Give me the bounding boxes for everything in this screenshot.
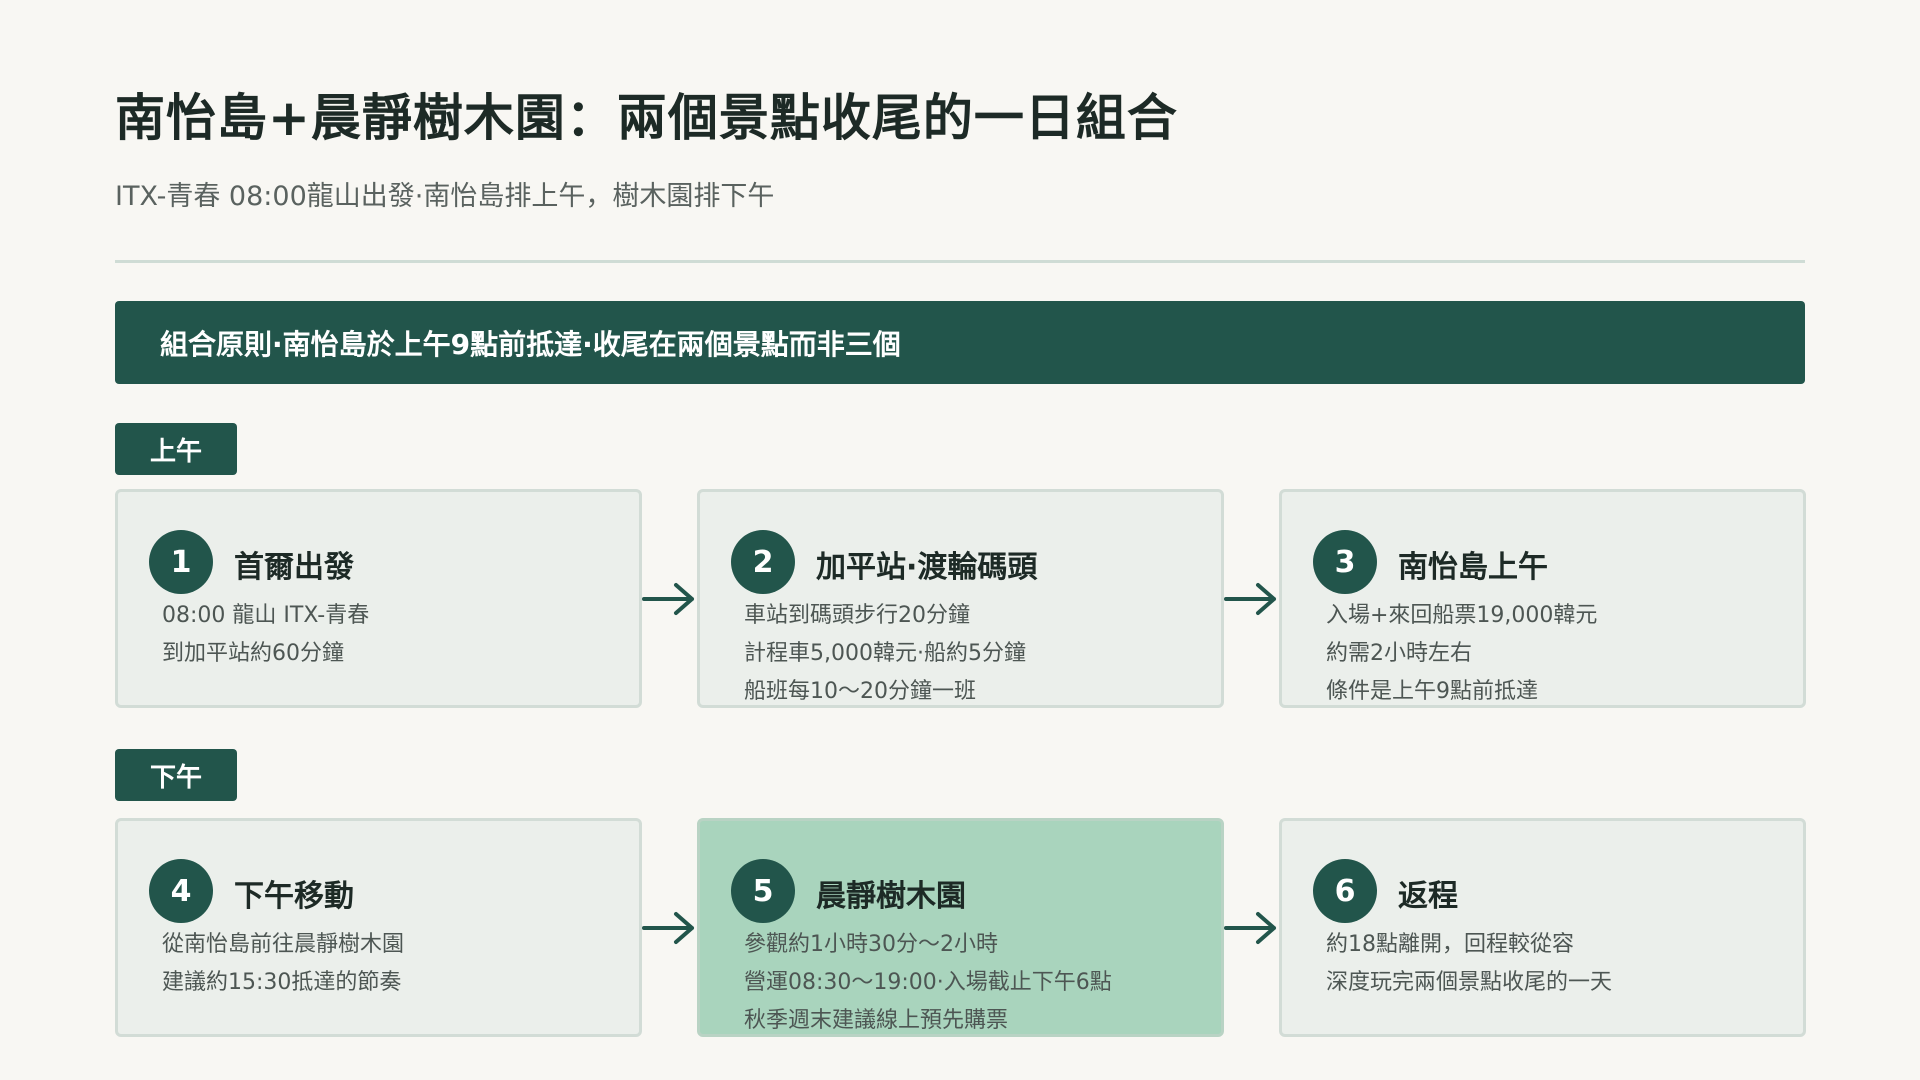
step-card-1: 1 首爾出發 08:00 龍山 ITX-青春 到加平站約60分鐘 bbox=[115, 489, 642, 708]
step-number-badge: 1 bbox=[149, 530, 213, 594]
step-details: 車站到碼頭步行20分鐘 計程車5,000韓元·船約5分鐘 船班每10～20分鐘一… bbox=[744, 597, 1026, 711]
step-card-5: 5 晨靜樹木園 參觀約1小時30分～2小時 營運08:30～19:00·入場截止… bbox=[697, 818, 1224, 1037]
step-card-2: 2 加平站·渡輪碼頭 車站到碼頭步行20分鐘 計程車5,000韓元·船約5分鐘 … bbox=[697, 489, 1224, 708]
page-subtitle: ITX-青春 08:00龍山出發·南怡島排上午，樹木園排下午 bbox=[115, 181, 775, 212]
step-details: 入場+來回船票19,000韓元 約需2小時左右 條件是上午9點前抵達 bbox=[1326, 597, 1597, 711]
step-title: 返程 bbox=[1398, 879, 1458, 914]
step-title: 晨靜樹木園 bbox=[816, 879, 966, 914]
arrow-right-icon bbox=[642, 912, 694, 944]
step-details: 參觀約1小時30分～2小時 營運08:30～19:00·入場截止下午6點 秋季週… bbox=[744, 926, 1112, 1040]
step-title: 南怡島上午 bbox=[1398, 550, 1548, 585]
step-number-badge: 4 bbox=[149, 859, 213, 923]
step-details: 約18點離開，回程較從容 深度玩完兩個景點收尾的一天 bbox=[1326, 926, 1612, 1002]
arrow-right-icon bbox=[1224, 583, 1276, 615]
step-title: 加平站·渡輪碼頭 bbox=[816, 550, 1038, 585]
page-title: 南怡島+晨靜樹木園：兩個景點收尾的一日組合 bbox=[115, 89, 1178, 147]
step-number-badge: 2 bbox=[731, 530, 795, 594]
step-details: 08:00 龍山 ITX-青春 到加平站約60分鐘 bbox=[162, 597, 369, 673]
step-title: 下午移動 bbox=[234, 879, 354, 914]
step-detail-line: 08:00 龍山 ITX-青春 bbox=[162, 603, 370, 628]
step-detail-line: 建議約15:30抵達的節奏 bbox=[162, 970, 402, 995]
step-detail-line: 到加平站約60分鐘 bbox=[162, 641, 344, 666]
step-detail-line: 參觀約1小時30分～2小時 bbox=[744, 932, 998, 957]
step-details: 從南怡島前往晨靜樹木園 建議約15:30抵達的節奏 bbox=[162, 926, 404, 1002]
step-detail-line: 從南怡島前往晨靜樹木園 bbox=[162, 932, 405, 957]
step-detail-line: 條件是上午9點前抵達 bbox=[1326, 679, 1538, 704]
arrow-right-icon bbox=[642, 583, 694, 615]
step-detail-line: 深度玩完兩個景點收尾的一天 bbox=[1326, 970, 1613, 995]
section-label-afternoon: 下午 bbox=[115, 749, 237, 801]
step-card-3: 3 南怡島上午 入場+來回船票19,000韓元 約需2小時左右 條件是上午9點前… bbox=[1279, 489, 1806, 708]
step-card-6: 6 返程 約18點離開，回程較從容 深度玩完兩個景點收尾的一天 bbox=[1279, 818, 1806, 1037]
principle-banner: 組合原則·南怡島於上午9點前抵達·收尾在兩個景點而非三個 bbox=[115, 301, 1805, 384]
step-detail-line: 約需2小時左右 bbox=[1326, 641, 1472, 666]
step-number-badge: 6 bbox=[1313, 859, 1377, 923]
divider bbox=[115, 260, 1805, 263]
section-label-morning: 上午 bbox=[115, 423, 237, 475]
step-detail-line: 車站到碼頭步行20分鐘 bbox=[744, 603, 970, 628]
step-detail-line: 營運08:30～19:00·入場截止下午6點 bbox=[744, 970, 1112, 995]
step-detail-line: 入場+來回船票19,000韓元 bbox=[1326, 603, 1598, 628]
step-number-badge: 3 bbox=[1313, 530, 1377, 594]
step-detail-line: 船班每10～20分鐘一班 bbox=[744, 679, 976, 704]
arrow-right-icon bbox=[1224, 912, 1276, 944]
step-detail-line: 約18點離開，回程較從容 bbox=[1326, 932, 1574, 957]
step-number-badge: 5 bbox=[731, 859, 795, 923]
step-title: 首爾出發 bbox=[234, 550, 354, 585]
step-card-4: 4 下午移動 從南怡島前往晨靜樹木園 建議約15:30抵達的節奏 bbox=[115, 818, 642, 1037]
step-detail-line: 秋季週末建議線上預先購票 bbox=[744, 1008, 1009, 1033]
principle-banner-text: 組合原則·南怡島於上午9點前抵達·收尾在兩個景點而非三個 bbox=[160, 327, 901, 361]
step-detail-line: 計程車5,000韓元·船約5分鐘 bbox=[744, 641, 1026, 666]
